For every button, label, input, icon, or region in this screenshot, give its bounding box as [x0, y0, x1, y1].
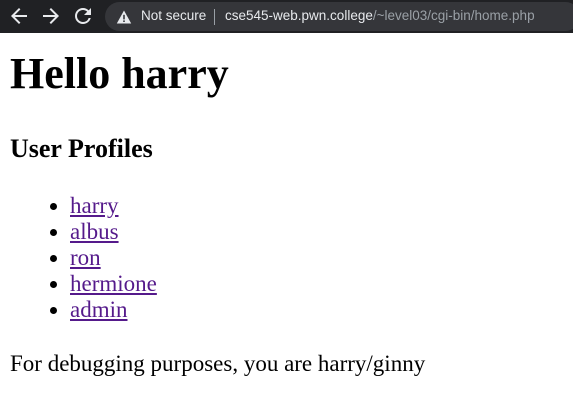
reload-button[interactable] [71, 4, 95, 28]
url-host: cse545-web.pwn.college [225, 8, 373, 23]
list-item: albus [70, 219, 157, 245]
forward-button[interactable] [39, 4, 63, 28]
profiles-heading: User Profiles [10, 134, 153, 163]
page-title: Hello harry [10, 49, 229, 98]
reload-icon [71, 4, 95, 28]
list-item: harry [70, 193, 157, 219]
profile-link-harry[interactable]: harry [70, 193, 119, 218]
warning-triangle-icon[interactable] [116, 9, 132, 25]
profile-link-admin[interactable]: admin [70, 297, 128, 322]
back-button[interactable] [7, 4, 31, 28]
debug-message: For debugging purposes, you are harry/gi… [10, 351, 426, 376]
url-text[interactable]: cse545-web.pwn.college/~level03/cgi-bin/… [225, 8, 535, 23]
address-bar[interactable]: Not secure cse545-web.pwn.college/~level… [105, 2, 573, 31]
profile-link-hermione[interactable]: hermione [70, 271, 157, 296]
arrow-right-icon [39, 4, 63, 28]
url-path: /~level03/cgi-bin/home.php [372, 8, 535, 23]
list-item: admin [70, 297, 157, 323]
security-label[interactable]: Not secure [141, 8, 206, 23]
list-item: ron [70, 245, 157, 271]
list-item: hermione [70, 271, 157, 297]
browser-toolbar: Not secure cse545-web.pwn.college/~level… [0, 0, 573, 33]
profile-list: harry albus ron hermione admin [0, 193, 157, 323]
page-content: Hello harry User Profiles harry albus ro… [0, 33, 573, 412]
address-divider [214, 9, 215, 25]
profile-link-ron[interactable]: ron [70, 245, 101, 270]
profile-link-albus[interactable]: albus [70, 219, 119, 244]
arrow-left-icon [7, 4, 31, 28]
